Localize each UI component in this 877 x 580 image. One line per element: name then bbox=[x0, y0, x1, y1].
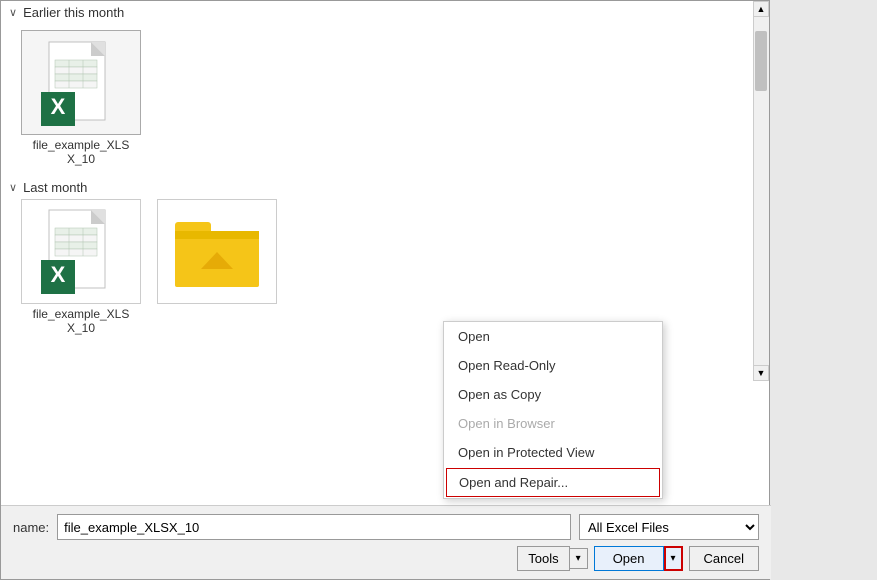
open-dropdown-arrow[interactable]: ▾ bbox=[664, 546, 683, 571]
tools-dropdown-arrow[interactable]: ▾ bbox=[570, 548, 588, 569]
filename-row: name: All Excel Files Excel Workbooks Al… bbox=[13, 514, 759, 540]
tools-button-group: Tools ▾ bbox=[517, 546, 587, 571]
file-label-excel2: file_example_XLSX_10 bbox=[33, 307, 130, 335]
section-earlier-this-month[interactable]: ∨ Earlier this month bbox=[1, 1, 755, 24]
tools-button[interactable]: Tools bbox=[517, 546, 569, 571]
file-thumbnail-folder bbox=[157, 199, 277, 304]
file-item-excel2[interactable]: X file_example_XLSX_10 bbox=[21, 199, 141, 335]
dropdown-item-open[interactable]: Open bbox=[444, 322, 662, 351]
button-row: Tools ▾ Open ▾ Cancel bbox=[13, 546, 759, 571]
scroll-up-button[interactable]: ▲ bbox=[753, 1, 769, 17]
excel-file-icon: X bbox=[41, 40, 121, 125]
cancel-button[interactable]: Cancel bbox=[689, 546, 759, 571]
section-last-month-label: Last month bbox=[23, 180, 87, 195]
filename-label: name: bbox=[13, 520, 49, 535]
file-thumbnail-excel2: X bbox=[21, 199, 141, 304]
open-button-group: Open ▾ bbox=[594, 546, 683, 571]
section-earlier-label: Earlier this month bbox=[23, 5, 124, 20]
svg-text:X: X bbox=[51, 262, 66, 287]
filename-input[interactable] bbox=[57, 514, 571, 540]
scrollbar-thumb[interactable] bbox=[755, 31, 767, 91]
dropdown-item-open-and-repair[interactable]: Open and Repair... bbox=[446, 468, 660, 497]
dialog-background: ∨ Earlier this month bbox=[0, 0, 877, 580]
scrollbar[interactable]: ▲ ▼ bbox=[753, 1, 769, 381]
dropdown-item-in-browser: Open in Browser bbox=[444, 409, 662, 438]
filetype-select[interactable]: All Excel Files Excel Workbooks All File… bbox=[579, 514, 759, 540]
dropdown-item-protected-view[interactable]: Open in Protected View bbox=[444, 438, 662, 467]
dropdown-item-read-only[interactable]: Open Read-Only bbox=[444, 351, 662, 380]
open-button[interactable]: Open bbox=[594, 546, 664, 571]
earlier-this-month-files: X file_example_XLSX_10 bbox=[1, 24, 755, 176]
open-dropdown-menu: Open Open Read-Only Open as Copy Open in… bbox=[443, 321, 663, 499]
file-item-folder[interactable] bbox=[157, 199, 277, 335]
file-label-excel1: file_example_XLSX_10 bbox=[33, 138, 130, 166]
last-month-files: X file_example_XLSX_10 bbox=[1, 199, 755, 335]
chevron-down-icon: ∨ bbox=[9, 6, 17, 19]
chevron-down-icon-2: ∨ bbox=[9, 181, 17, 194]
file-item-excel1[interactable]: X file_example_XLSX_10 bbox=[21, 30, 141, 166]
dropdown-item-as-copy[interactable]: Open as Copy bbox=[444, 380, 662, 409]
section-last-month[interactable]: ∨ Last month bbox=[1, 176, 755, 199]
file-dialog: ∨ Earlier this month bbox=[0, 0, 770, 580]
svg-text:X: X bbox=[51, 94, 66, 119]
bottom-bar: name: All Excel Files Excel Workbooks Al… bbox=[1, 505, 771, 579]
file-thumbnail-excel1: X bbox=[21, 30, 141, 135]
scroll-down-button[interactable]: ▼ bbox=[753, 365, 769, 381]
